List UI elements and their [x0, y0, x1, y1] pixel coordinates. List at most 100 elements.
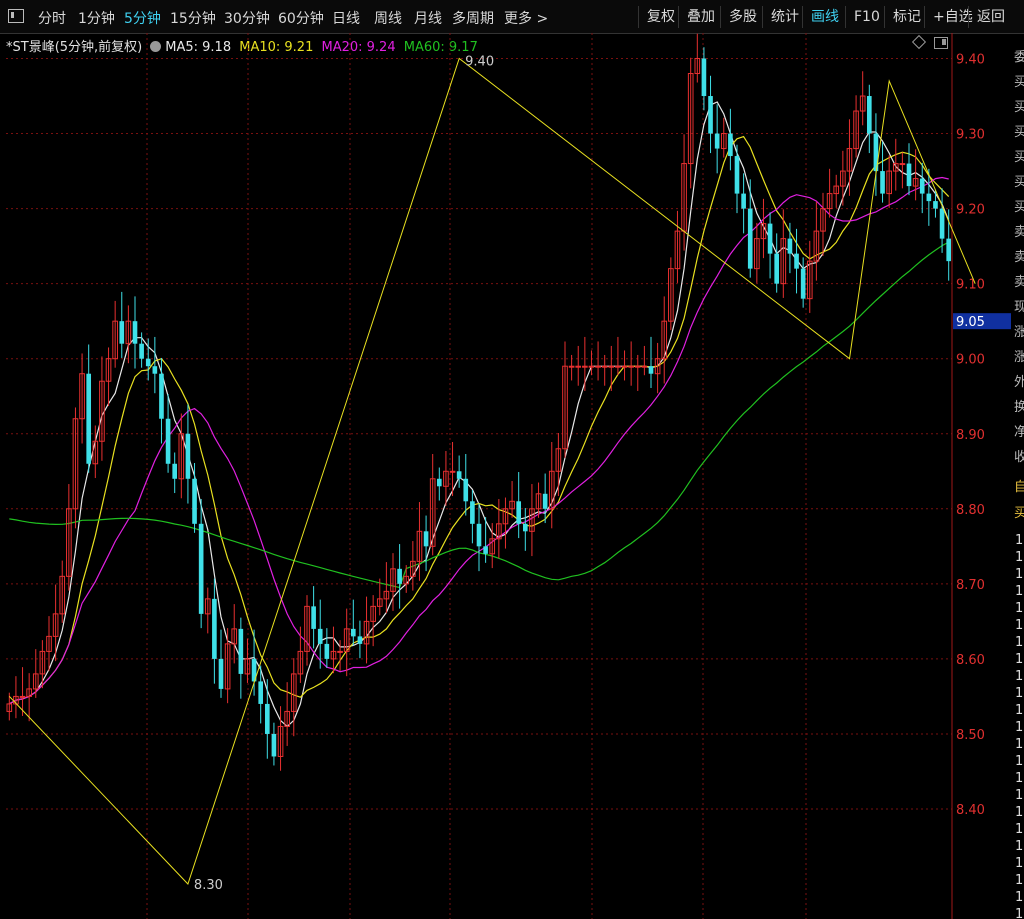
candle-body — [152, 366, 158, 374]
tool-button-5[interactable]: F10 — [845, 6, 888, 28]
candle-body — [397, 568, 402, 584]
candle-body — [516, 501, 522, 524]
candle-body — [86, 373, 92, 464]
candle-body — [119, 321, 125, 344]
tool-button-6[interactable]: 标记 — [884, 6, 929, 28]
candle-body — [714, 133, 720, 149]
candle-body — [588, 365, 595, 368]
panel-digit: 1 — [1015, 567, 1024, 582]
panel-digit: 1 — [1015, 533, 1024, 548]
panel-char: 收 — [1014, 450, 1024, 465]
panel-digit: 1 — [1015, 550, 1024, 565]
candle-body — [145, 358, 151, 367]
candle-body — [470, 501, 475, 524]
tool-button-3[interactable]: 统计 — [762, 6, 807, 28]
panel-char: 外 — [1014, 375, 1024, 390]
panel-digit: 1 — [1015, 737, 1024, 752]
candle-body — [198, 523, 204, 614]
candle-body — [337, 650, 343, 653]
period-tab-8[interactable]: 月线 — [414, 8, 442, 28]
candle-body — [423, 531, 429, 547]
panel-char: 买 — [1014, 150, 1024, 165]
candle-body — [595, 365, 601, 368]
candle-body — [621, 365, 628, 368]
candle-body — [794, 253, 799, 269]
period-tab-10[interactable]: 更多 > — [504, 8, 548, 28]
candle-body — [311, 606, 316, 629]
tool-button-4[interactable]: 画线 — [802, 6, 847, 28]
candle-body — [741, 193, 746, 209]
tool-button-1[interactable]: 叠加 — [678, 6, 723, 28]
candle-body — [483, 546, 488, 554]
panel-digit: 1 — [1015, 635, 1024, 650]
candle-body — [185, 433, 191, 479]
panel-digit: 1 — [1015, 703, 1024, 718]
panel-digit: 1 — [1015, 652, 1024, 667]
panel-digit: 1 — [1015, 584, 1024, 599]
panel-char: 买 — [1014, 75, 1024, 90]
candle-body — [271, 733, 277, 757]
panel-digit: 1 — [1015, 669, 1024, 684]
candle-body — [264, 703, 270, 734]
ma5-line — [9, 101, 950, 728]
period-tab-4[interactable]: 30分钟 — [224, 8, 270, 28]
y-tick-label: 9.30 — [956, 128, 985, 143]
tool-button-8[interactable]: 返回 — [968, 6, 1013, 28]
panel-char: 买 — [1014, 125, 1024, 140]
candle-body — [568, 365, 575, 368]
period-tab-1[interactable]: 1分钟 — [78, 8, 115, 28]
panel-digit: 1 — [1015, 873, 1024, 888]
y-tick-label: 8.40 — [956, 803, 985, 818]
y-tick-label: 9.00 — [956, 353, 985, 368]
period-tab-6[interactable]: 日线 — [332, 8, 360, 28]
candle-body — [608, 365, 615, 368]
y-tick-label: 9.40 — [956, 53, 985, 68]
panel-digit: 1 — [1015, 788, 1024, 803]
panel-char: 买 — [1014, 200, 1024, 215]
price-annotation: 9.40 — [465, 55, 494, 70]
current-price-label: 9.05 — [956, 315, 985, 330]
candle-body — [648, 366, 654, 374]
panel-char: 卖 — [1014, 250, 1024, 265]
y-tick-label: 8.50 — [956, 728, 985, 743]
candlestick-chart[interactable]: 9.40 9.30 9.20 9.10 9.00 8.90 8.80 8.70 8.60 8.50… — [0, 33, 1012, 919]
candle-body — [172, 463, 178, 479]
candle-body — [701, 58, 707, 97]
period-tab-9[interactable]: 多周期 — [452, 8, 494, 28]
candle-body — [787, 238, 793, 254]
panel-toggle-icon[interactable] — [8, 9, 24, 23]
y-tick-label: 9.10 — [956, 278, 985, 293]
period-tab-0[interactable]: 分时 — [38, 8, 66, 28]
panel-char: 净 — [1014, 425, 1024, 440]
panel-char: 现 — [1014, 300, 1024, 315]
candle-body — [634, 365, 641, 368]
panel-char: 买 — [1014, 100, 1024, 115]
candle-body — [575, 365, 582, 368]
candle-body — [933, 201, 938, 209]
candle-body — [767, 223, 773, 254]
period-tab-5[interactable]: 60分钟 — [278, 8, 324, 28]
panel-char: 买 — [1014, 175, 1024, 190]
quote-panel-edge: 委买买买买买买卖卖卖现涨涨外换净收自买111111111111111111111… — [1013, 33, 1024, 919]
candle-body — [357, 636, 363, 644]
period-tab-7[interactable]: 周线 — [374, 8, 402, 28]
candle-body — [192, 478, 197, 524]
candle-body — [542, 493, 548, 509]
tool-button-2[interactable]: 多股 — [720, 6, 765, 28]
price-annotation: 8.30 — [194, 878, 223, 893]
candle-body — [939, 208, 945, 239]
candle-body — [899, 163, 906, 166]
grid — [6, 33, 952, 919]
candle-body — [139, 343, 144, 359]
y-tick-label: 8.60 — [956, 653, 985, 668]
tool-button-0[interactable]: 复权 — [638, 6, 683, 28]
panel-char: 涨 — [1014, 325, 1024, 340]
candle-body — [476, 523, 482, 547]
candle-body — [317, 628, 323, 644]
period-toolbar: 分时 1分钟 5分钟 15分钟 30分钟 60分钟 日线 周线 月线 多周期 更多 > 复权 叠加 多股… — [0, 0, 1024, 34]
period-tab-3[interactable]: 15分钟 — [170, 8, 216, 28]
y-tick-label: 8.70 — [956, 578, 985, 593]
candle-body — [522, 523, 528, 532]
candle-body — [238, 628, 244, 674]
period-tab-2[interactable]: 5分钟 — [124, 8, 161, 28]
